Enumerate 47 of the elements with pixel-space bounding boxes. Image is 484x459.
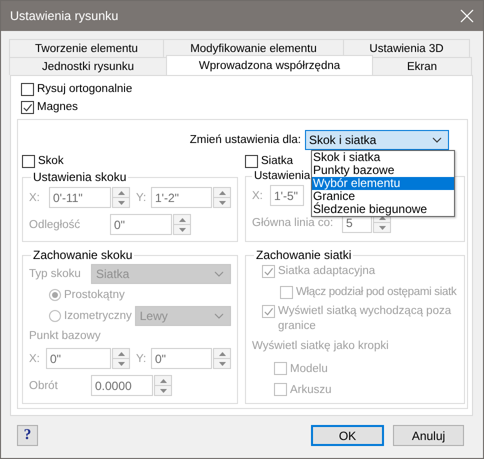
field-label: Y: xyxy=(136,352,148,364)
checkbox-label: Arkuszu xyxy=(290,384,332,396)
group-title: Ustawienia xyxy=(253,170,312,182)
tab[interactable]: Jednostki rysunku xyxy=(9,57,167,75)
field-label: X: xyxy=(29,352,41,364)
field-label: Odległość xyxy=(29,218,82,230)
group-title: Zachowanie siatki xyxy=(255,248,352,262)
field-label: X: xyxy=(252,190,264,202)
checkbox-label: Wyświetl siatką wychodzącą poza granice xyxy=(278,304,452,334)
field-label: Typ skoku xyxy=(29,268,82,280)
field-label: Obrót xyxy=(29,380,59,392)
radio-label: Prostokątny xyxy=(64,289,125,301)
checkbox-label: Siatka adaptacyjna xyxy=(278,264,376,279)
chevron-icon xyxy=(214,312,224,318)
group-title: Zachowanie skoku xyxy=(32,248,134,262)
field-label: Punkt bazowy xyxy=(29,330,102,342)
checkbox-label: Rysuj ortogonalnie xyxy=(37,83,132,95)
chevron-icon xyxy=(432,137,442,143)
checkbox-label: Magnes xyxy=(37,101,78,113)
checkbox-label: Włącz podział pod ostępami siatk xyxy=(296,286,456,298)
tab[interactable]: Ekran xyxy=(372,57,472,75)
field-label: Y: xyxy=(136,192,148,204)
checkbox[interactable] xyxy=(21,100,34,114)
tab[interactable]: Wprowadzona współrzędna xyxy=(166,55,373,75)
tab[interactable]: Ustawienia 3D xyxy=(343,39,470,57)
field-label: Wyświetl siatkę jako kropki xyxy=(252,340,390,352)
dropdown[interactable]: Skok i siatka xyxy=(305,130,449,150)
dropdown-option[interactable]: Skok i siatka xyxy=(312,151,454,164)
help-button[interactable]: ? xyxy=(17,425,38,446)
chevron-icon xyxy=(214,271,224,277)
field-label: Główna linia co: xyxy=(252,216,334,228)
radio-label: Izometryczny xyxy=(64,310,132,322)
checkbox-label: Siatka xyxy=(261,155,293,167)
tab[interactable]: Tworzenie elementu xyxy=(9,39,164,57)
field-label: Zmień ustawienia dla: xyxy=(190,134,301,146)
checkbox-label: Skok xyxy=(38,155,64,167)
field-label: X: xyxy=(29,192,41,204)
checkbox-label: Modelu xyxy=(290,362,328,374)
close-icon[interactable] xyxy=(459,8,475,24)
dropdown-option[interactable]: Wybór elementu xyxy=(312,177,454,190)
dropdown-option[interactable]: Granice xyxy=(312,190,454,203)
dialog-button[interactable]: Anuluj xyxy=(393,425,464,446)
dropdown-option[interactable]: Punkty bazowe xyxy=(312,164,454,177)
dialog-button[interactable]: OK xyxy=(311,425,384,446)
checkbox[interactable] xyxy=(21,82,34,96)
group-title: Ustawienia skoku xyxy=(32,170,128,184)
window-title: Ustawienia rysunku xyxy=(10,9,118,23)
